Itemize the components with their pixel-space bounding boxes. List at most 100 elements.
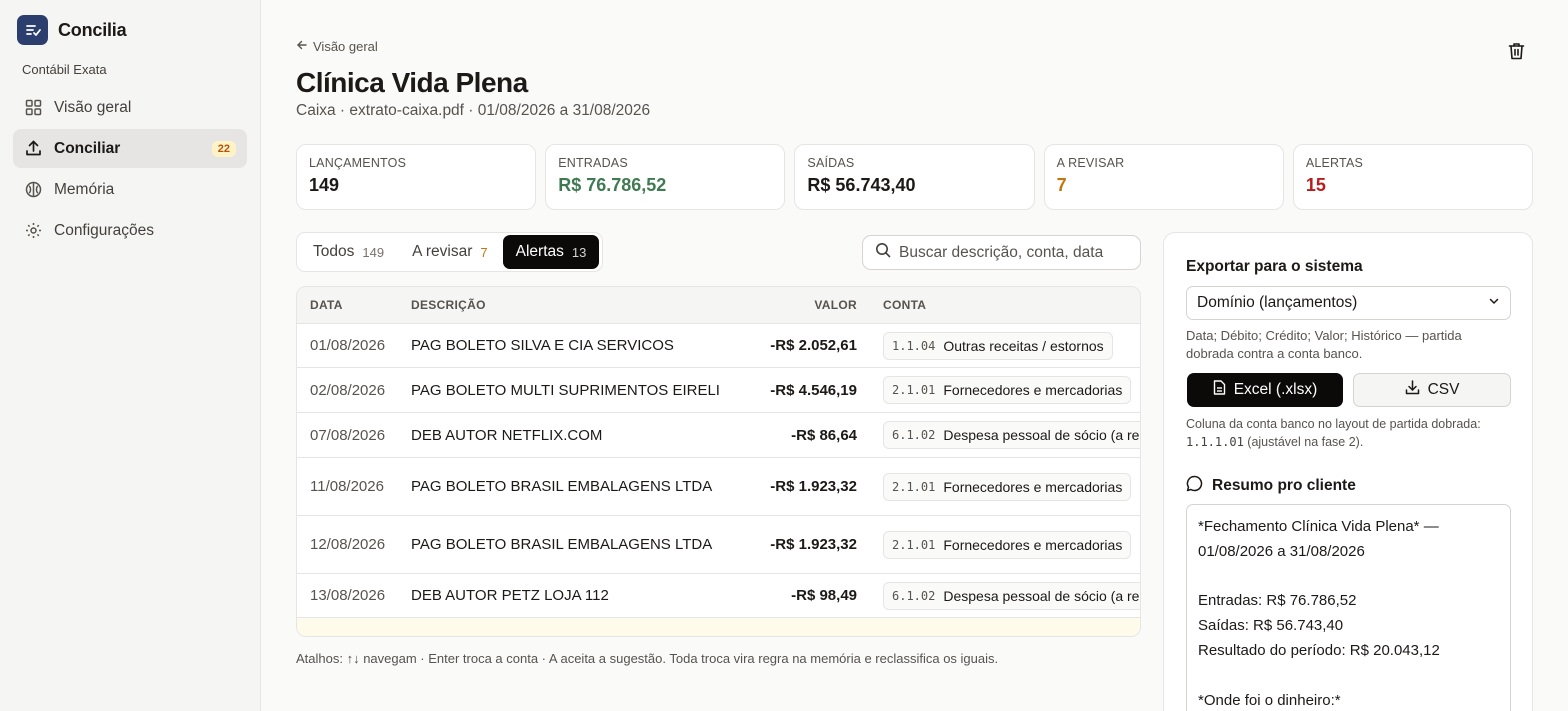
account-selector[interactable]: 6.1.02 Despesa pessoal de sócio (a recla… xyxy=(883,581,1140,610)
row-account-cell: 2.1.01 Fornecedores e mercadorias xyxy=(857,472,1140,501)
sidebar-item-memoria[interactable]: Memória xyxy=(13,170,247,209)
row-date: 07/08/2026 xyxy=(310,426,386,444)
back-link[interactable]: Visão geral xyxy=(296,39,378,54)
export-excel-button[interactable]: Excel (.xlsx) xyxy=(1187,373,1343,407)
tab-todos[interactable]: Todos 149 xyxy=(300,235,397,269)
stat-label: Lançamentos xyxy=(309,156,407,170)
tab-a-revisar[interactable]: A revisar 7 xyxy=(399,235,501,269)
account-code: 2.1.01 xyxy=(892,479,936,494)
stat-value: 15 xyxy=(1305,175,1326,195)
row-date: 13/08/2026 xyxy=(310,587,386,604)
stat-card-saidas: Saídas R$ 56.743,40 xyxy=(794,144,1035,210)
export-csv-button[interactable]: CSV xyxy=(1353,373,1511,407)
bank-hint-text: Coluna da conta banco no layout de parti… xyxy=(1186,417,1481,431)
account-code: 6.1.02 xyxy=(892,428,936,442)
export-format-value: Domínio (lançamentos) xyxy=(1197,294,1358,311)
search-box[interactable] xyxy=(862,235,1141,270)
app-logo-icon xyxy=(17,15,48,45)
back-link-label: Visão geral xyxy=(313,39,378,54)
account-selector[interactable]: 6.1.02 Despesa pessoal de sócio (a recla… xyxy=(883,421,1140,449)
stat-card-entradas: Entradas R$ 76.786,52 xyxy=(545,144,786,210)
row-date: 12/08/2026 xyxy=(310,536,386,553)
stat-value: 149 xyxy=(309,175,340,195)
tab-count: 149 xyxy=(362,244,385,260)
table-row[interactable]: 07/08/2026 DEB AUTOR NETFLIX.COM -R$ 86,… xyxy=(297,413,1140,458)
export-title: Exportar para o sistema xyxy=(1186,258,1363,275)
row-value: -R$ 1.923,32 xyxy=(770,536,857,553)
column-header-account[interactable]: CONTA xyxy=(857,298,1140,312)
row-account-cell: 6.1.02 Despesa pessoal de sócio (a recla… xyxy=(857,581,1140,610)
row-description: PAG BOLETO BRASIL EMBALAGENS LTDA xyxy=(411,536,713,553)
client-summary-header: Resumo pro cliente xyxy=(1186,475,1356,497)
column-header-value[interactable]: VALOR xyxy=(741,298,857,312)
table-row-partial[interactable] xyxy=(297,618,1140,636)
account-selector[interactable]: 2.1.01 Fornecedores e mercadorias xyxy=(883,530,1132,559)
row-date: 02/08/2026 xyxy=(310,381,386,399)
stat-label: Alertas xyxy=(1305,156,1364,170)
sidebar-item-configuracoes[interactable]: Configurações xyxy=(13,211,247,250)
row-value: -R$ 86,64 xyxy=(791,426,857,444)
account-name: Fornecedores e mercadorias xyxy=(943,382,1123,398)
sidebar-item-conciliar[interactable]: Conciliar 22 xyxy=(13,129,247,168)
sidebar-item-visao-geral[interactable]: Visão geral xyxy=(13,88,247,127)
column-header-date[interactable]: DATA xyxy=(297,298,411,312)
tab-label: Alertas xyxy=(515,243,564,260)
delete-button[interactable] xyxy=(1504,41,1528,65)
tab-count: 13 xyxy=(571,244,587,260)
account-selector[interactable]: 2.1.01 Fornecedores e mercadorias xyxy=(883,472,1132,501)
account-name: Fornecedores e mercadorias xyxy=(943,478,1123,495)
row-description: PAG BOLETO MULTI SUPRIMENTOS EIRELI xyxy=(411,381,720,399)
account-code: 2.1.01 xyxy=(892,383,936,397)
row-value: -R$ 1.923,32 xyxy=(770,478,857,495)
row-account-cell: 1.1.04 Outras receitas / estornos xyxy=(857,331,1140,360)
account-selector[interactable]: 2.1.01 Fornecedores e mercadorias xyxy=(883,376,1132,404)
sidebar-item-label: Conciliar xyxy=(54,139,121,157)
gear-icon xyxy=(24,222,42,240)
stat-label: Entradas xyxy=(558,156,628,170)
tab-label: Todos xyxy=(313,243,355,260)
app-name: Concilia xyxy=(58,19,127,40)
client-summary-textarea[interactable]: *Fechamento Clínica Vida Plena* — 01/08/… xyxy=(1186,504,1511,711)
row-account-cell: 2.1.01 Fornecedores e mercadorias xyxy=(857,530,1140,559)
row-value: -R$ 98,49 xyxy=(791,587,857,604)
grid-icon xyxy=(24,99,42,117)
arrow-left-icon xyxy=(296,39,308,54)
brand[interactable]: Concilia xyxy=(17,15,127,45)
chat-bubble-icon xyxy=(1186,475,1203,497)
column-header-description[interactable]: DESCRIÇÃO xyxy=(411,298,741,312)
bank-hint-note: (ajustável na fase 2). xyxy=(1247,435,1364,449)
export-format-hint: Data; Débito; Crédito; Valor; Histórico … xyxy=(1186,328,1462,361)
chevron-down-icon xyxy=(1488,294,1500,312)
export-format-select[interactable]: Domínio (lançamentos) xyxy=(1186,286,1511,320)
row-account-cell: 2.1.01 Fornecedores e mercadorias xyxy=(857,376,1140,404)
table-row[interactable]: 02/08/2026 PAG BOLETO MULTI SUPRIMENTOS … xyxy=(297,368,1140,413)
row-value: -R$ 2.052,61 xyxy=(770,337,857,354)
export-excel-label: Excel (.xlsx) xyxy=(1233,381,1318,398)
org-name: Contábil Exata xyxy=(22,62,107,77)
account-name: Despesa pessoal de sócio (a reclassifica… xyxy=(943,587,1140,604)
export-csv-label: CSV xyxy=(1427,381,1460,398)
tab-alertas[interactable]: Alertas 13 xyxy=(502,235,600,269)
account-selector[interactable]: 1.1.04 Outras receitas / estornos xyxy=(883,331,1113,360)
keyboard-shortcuts-hint: Atalhos: ↑↓ navegam · Enter troca a cont… xyxy=(296,651,999,666)
sidebar-item-label: Memória xyxy=(54,180,115,198)
trash-icon xyxy=(1508,42,1525,65)
search-input[interactable] xyxy=(899,243,1119,262)
account-name: Fornecedores e mercadorias xyxy=(943,536,1123,553)
table-row[interactable]: 01/08/2026 PAG BOLETO SILVA E CIA SERVIC… xyxy=(297,324,1140,368)
account-name: Outras receitas / estornos xyxy=(943,337,1104,354)
row-value: -R$ 4.546,19 xyxy=(770,381,857,399)
table-header: DATA DESCRIÇÃO VALOR CONTA xyxy=(297,287,1140,324)
account-code: 1.1.04 xyxy=(892,338,936,353)
tab-label: A revisar xyxy=(412,243,473,260)
row-description: DEB AUTOR PETZ LOJA 112 xyxy=(411,587,609,604)
stats-row: Lançamentos 149 Entradas R$ 76.786,52 Sa… xyxy=(296,144,1534,210)
table-row[interactable]: 12/08/2026 PAG BOLETO BRASIL EMBALAGENS … xyxy=(297,516,1140,574)
table-row[interactable]: 13/08/2026 DEB AUTOR PETZ LOJA 112 -R$ 9… xyxy=(297,574,1140,618)
table-row[interactable]: 11/08/2026 PAG BOLETO BRASIL EMBALAGENS … xyxy=(297,458,1140,516)
pending-count-badge: 22 xyxy=(211,140,236,157)
sidebar: Concilia Contábil Exata Visão geral Conc… xyxy=(0,0,261,711)
search-icon xyxy=(875,242,891,263)
page-title: Clínica Vida Plena xyxy=(296,67,528,98)
stat-card-a-revisar: A revisar 7 xyxy=(1043,144,1284,210)
